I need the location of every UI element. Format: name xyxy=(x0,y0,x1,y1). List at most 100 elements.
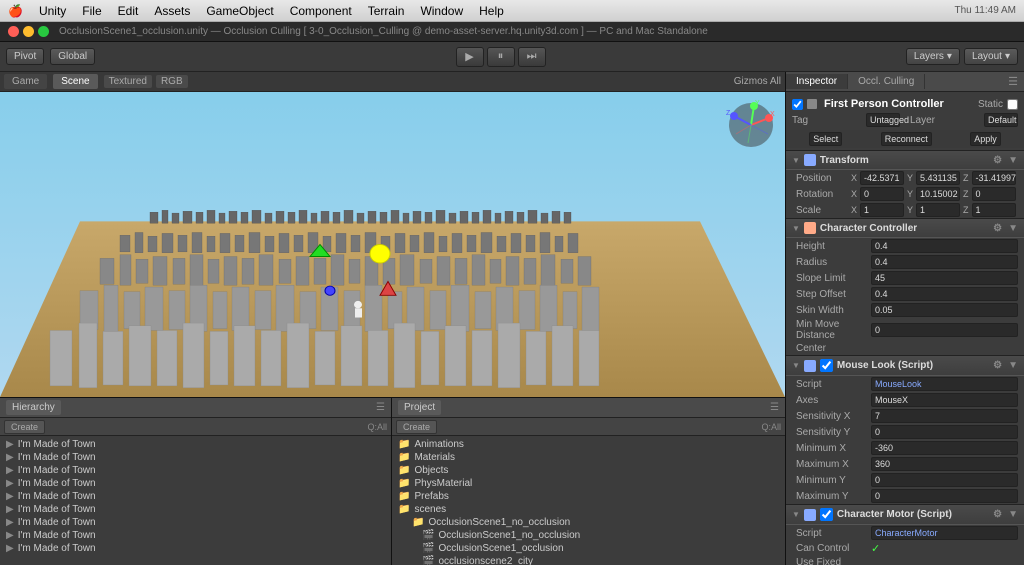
occl-culling-tab[interactable]: Occl. Culling xyxy=(848,74,925,89)
textured-btn[interactable]: Textured xyxy=(104,75,152,88)
mouse-look-more-icon[interactable]: ▼ xyxy=(1008,360,1018,371)
list-item[interactable]: ▶I'm Made of Town xyxy=(0,542,391,555)
ml-maxy-value[interactable]: 0 xyxy=(871,489,1018,503)
slope-value[interactable]: 45 xyxy=(871,271,1018,285)
scene-tab[interactable]: Scene xyxy=(53,74,97,89)
ml-maxx-value[interactable]: 360 xyxy=(871,457,1018,471)
ml-minx-value[interactable]: -360 xyxy=(871,441,1018,455)
list-item[interactable]: 📁Prefabs xyxy=(392,490,785,503)
ml-sensx-label: Sensitivity X xyxy=(796,411,871,422)
char-motor-enabled[interactable] xyxy=(820,508,833,521)
transform-section[interactable]: ▼ Transform ⚙ ▼ xyxy=(786,150,1024,170)
object-enabled-checkbox[interactable] xyxy=(792,99,803,110)
apple-menu[interactable]: 🍎 xyxy=(8,4,23,18)
ml-axes-value[interactable]: MouseX xyxy=(871,393,1018,407)
transform-more-icon[interactable]: ▼ xyxy=(1008,155,1018,166)
mouse-look-section[interactable]: ▼ Mouse Look (Script) ⚙ ▼ xyxy=(786,355,1024,376)
height-value[interactable]: 0.4 xyxy=(871,239,1018,253)
gizmos-all-btn[interactable]: Gizmos All xyxy=(734,76,781,87)
layer-value[interactable]: Default xyxy=(984,113,1018,127)
list-item[interactable]: 🎬occlusionscene2_city xyxy=(392,555,785,565)
list-item[interactable]: ▶I'm Made of Town xyxy=(0,490,391,503)
scale-x-value[interactable]: 1 xyxy=(860,203,904,217)
pivot-button[interactable]: Pivot xyxy=(6,48,44,65)
pos-z-value[interactable]: -31.41997 xyxy=(972,171,1016,185)
list-item[interactable]: 📁Objects xyxy=(392,464,785,477)
menu-component[interactable]: Component xyxy=(290,4,352,18)
select-btn[interactable]: Select xyxy=(809,132,842,146)
transform-title: Transform xyxy=(820,155,869,166)
hierarchy-tab[interactable]: Hierarchy xyxy=(6,400,61,415)
min-move-value[interactable]: 0 xyxy=(871,323,1018,337)
mouse-look-enabled[interactable] xyxy=(820,359,833,372)
menu-file[interactable]: File xyxy=(82,4,101,18)
scene-view[interactable]: Game Scene Textured RGB Gizmos All xyxy=(0,72,785,397)
cm-script-value[interactable]: CharacterMotor xyxy=(871,526,1018,540)
list-item[interactable]: 🎬OcclusionScene1_occlusion xyxy=(392,542,785,555)
char-motor-section[interactable]: ▼ Character Motor (Script) ⚙ ▼ xyxy=(786,504,1024,525)
close-button[interactable] xyxy=(8,26,19,37)
rot-y-value[interactable]: 10.15002 xyxy=(916,187,960,201)
global-button[interactable]: Global xyxy=(50,48,95,65)
menu-edit[interactable]: Edit xyxy=(118,4,139,18)
char-motor-settings-icon[interactable]: ⚙ xyxy=(993,509,1002,520)
radius-value[interactable]: 0.4 xyxy=(871,255,1018,269)
list-item[interactable]: ▶I'm Made of Town xyxy=(0,477,391,490)
step-button[interactable]: ⏭ xyxy=(518,47,546,67)
list-item[interactable]: ▶I'm Made of Town xyxy=(0,529,391,542)
maximize-button[interactable] xyxy=(38,26,49,37)
list-item[interactable]: ▶I'm Made of Town xyxy=(0,438,391,451)
rot-x-value[interactable]: 0 xyxy=(860,187,904,201)
pos-x-value[interactable]: -42.5371 xyxy=(860,171,904,185)
project-create-btn[interactable]: Create xyxy=(396,420,437,434)
step-value[interactable]: 0.4 xyxy=(871,287,1018,301)
char-motor-more-icon[interactable]: ▼ xyxy=(1008,509,1018,520)
apply-btn[interactable]: Apply xyxy=(970,132,1001,146)
rgb-btn[interactable]: RGB xyxy=(156,75,188,88)
list-item[interactable]: 📁OcclusionScene1_no_occlusion xyxy=(392,516,785,529)
reconnect-btn[interactable]: Reconnect xyxy=(881,132,932,146)
list-item[interactable]: ▶I'm Made of Town xyxy=(0,464,391,477)
scene-canvas[interactable]: X Y Z xyxy=(0,92,785,397)
panel-options-icon[interactable]: ☰ xyxy=(1002,73,1024,90)
list-item[interactable]: 🎬OcclusionScene1_no_occlusion xyxy=(392,529,785,542)
ml-sensy-value[interactable]: 0 xyxy=(871,425,1018,439)
menu-window[interactable]: Window xyxy=(420,4,463,18)
layers-dropdown[interactable]: Layers ▾ xyxy=(906,48,960,65)
list-item[interactable]: ▶I'm Made of Town xyxy=(0,503,391,516)
list-item[interactable]: 📁scenes xyxy=(392,503,785,516)
game-tab[interactable]: Game xyxy=(4,74,47,89)
list-item[interactable]: 📁PhysMaterial xyxy=(392,477,785,490)
skin-value[interactable]: 0.05 xyxy=(871,303,1018,317)
list-item[interactable]: 📁Materials xyxy=(392,451,785,464)
static-checkbox[interactable] xyxy=(1007,99,1018,110)
list-item[interactable]: ▶I'm Made of Town xyxy=(0,516,391,529)
project-tab[interactable]: Project xyxy=(398,400,441,415)
tag-value[interactable]: Untagged xyxy=(866,113,900,127)
hierarchy-create-btn[interactable]: Create xyxy=(4,420,45,434)
rot-z-value[interactable]: 0 xyxy=(972,187,1016,201)
ml-script-value[interactable]: MouseLook xyxy=(871,377,1018,391)
menu-gameobject[interactable]: GameObject xyxy=(206,4,273,18)
menu-assets[interactable]: Assets xyxy=(154,4,190,18)
ml-sensx-value[interactable]: 7 xyxy=(871,409,1018,423)
scale-y-value[interactable]: 1 xyxy=(916,203,960,217)
layout-dropdown[interactable]: Layout ▾ xyxy=(964,48,1018,65)
menu-help[interactable]: Help xyxy=(479,4,504,18)
scale-z-value[interactable]: 1 xyxy=(972,203,1016,217)
mouse-look-settings-icon[interactable]: ⚙ xyxy=(993,360,1002,371)
transform-settings-icon[interactable]: ⚙ xyxy=(993,155,1002,166)
inspector-tab[interactable]: Inspector xyxy=(786,74,848,89)
list-item[interactable]: ▶I'm Made of Town xyxy=(0,451,391,464)
ml-miny-value[interactable]: 0 xyxy=(871,473,1018,487)
char-controller-more-icon[interactable]: ▼ xyxy=(1008,223,1018,234)
minimize-button[interactable] xyxy=(23,26,34,37)
play-button[interactable]: ▶ xyxy=(456,47,484,67)
pos-y-value[interactable]: 5.431135 xyxy=(916,171,960,185)
menu-terrain[interactable]: Terrain xyxy=(368,4,405,18)
list-item[interactable]: 📁Animations xyxy=(392,438,785,451)
char-controller-settings-icon[interactable]: ⚙ xyxy=(993,223,1002,234)
char-controller-section[interactable]: ▼ Character Controller ⚙ ▼ xyxy=(786,218,1024,238)
pause-button[interactable]: ⏸ xyxy=(487,47,515,67)
menu-unity[interactable]: Unity xyxy=(39,4,66,18)
